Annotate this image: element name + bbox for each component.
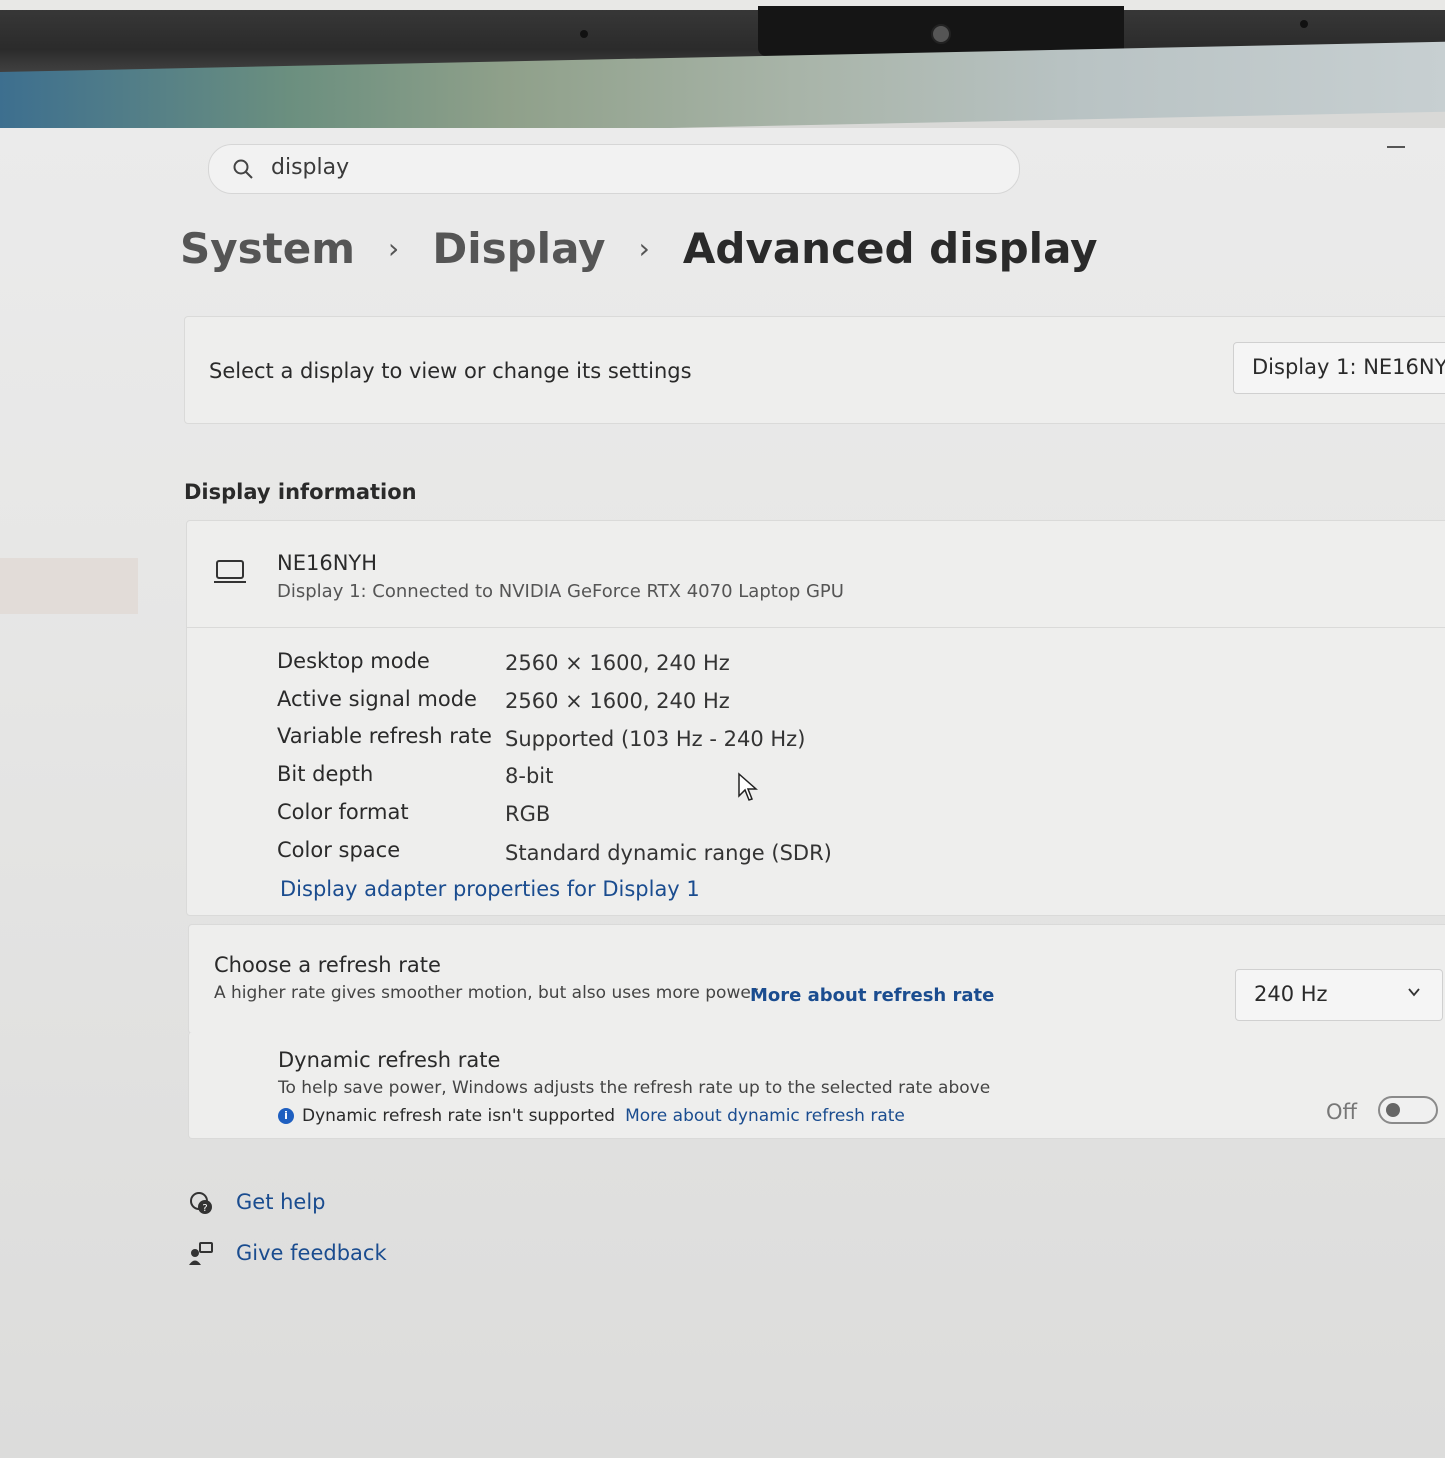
mouse-cursor-icon	[738, 772, 758, 801]
dynamic-refresh-toggle-label: Off	[1326, 1100, 1357, 1124]
display-adapter-properties-link[interactable]: Display adapter properties for Display 1	[280, 877, 700, 901]
refresh-rate-card: Choose a refresh rate A higher rate give…	[188, 924, 1445, 1034]
bit-depth-value: 8-bit	[505, 764, 554, 788]
color-format-label: Color format	[277, 800, 409, 824]
dynamic-refresh-title: Dynamic refresh rate	[278, 1048, 501, 1072]
breadcrumb-display[interactable]: Display	[432, 224, 605, 273]
search-box[interactable]: display	[208, 144, 1020, 194]
get-help-label: Get help	[236, 1190, 326, 1214]
give-feedback-label: Give feedback	[236, 1241, 387, 1265]
display-information-heading: Display information	[184, 480, 417, 504]
bezel-sensor	[1300, 20, 1308, 28]
dynamic-refresh-description: To help save power, Windows adjusts the …	[278, 1078, 991, 1098]
bezel-edge	[0, 0, 1445, 10]
chevron-down-icon	[1408, 988, 1420, 997]
more-about-refresh-rate-link[interactable]: More about refresh rate	[750, 985, 994, 1006]
svg-text:?: ?	[202, 1203, 207, 1214]
monitor-connection: Display 1: Connected to NVIDIA GeForce R…	[277, 581, 844, 602]
dynamic-refresh-info: i Dynamic refresh rate isn't supported Mor…	[278, 1106, 905, 1126]
variable-refresh-rate-value: Supported (103 Hz - 240 Hz)	[505, 727, 806, 751]
bezel-sensor	[580, 30, 588, 38]
display-information-card: NE16NYH Display 1: Connected to NVIDIA G…	[186, 520, 1445, 916]
get-help-icon: ?	[190, 1192, 212, 1214]
select-display-label: Select a display to view or change its s…	[209, 359, 692, 383]
refresh-rate-description: A higher rate gives smoother motion, but…	[214, 983, 758, 1003]
refresh-rate-value: 240 Hz	[1254, 982, 1328, 1006]
active-signal-mode-label: Active signal mode	[277, 687, 477, 711]
toggle-knob	[1386, 1103, 1400, 1117]
dynamic-refresh-card: Dynamic refresh rate To help save power,…	[188, 1032, 1445, 1139]
bit-depth-label: Bit depth	[277, 762, 374, 786]
color-space-label: Color space	[277, 838, 401, 862]
refresh-rate-dropdown[interactable]: 240 Hz	[1235, 969, 1443, 1021]
desktop-mode-label: Desktop mode	[277, 649, 430, 673]
sidebar-selected-item[interactable]	[0, 558, 138, 614]
dynamic-refresh-toggle[interactable]	[1378, 1096, 1438, 1124]
select-display-card: Select a display to view or change its s…	[184, 316, 1445, 424]
minimize-button[interactable]	[1387, 146, 1405, 148]
camera-lens	[931, 24, 951, 44]
display-select-dropdown[interactable]: Display 1: NE16NYH	[1233, 342, 1445, 394]
breadcrumb-system[interactable]: System	[180, 224, 355, 273]
get-help-link[interactable]: ? Get help	[188, 1190, 326, 1216]
active-signal-mode-value: 2560 × 1600, 240 Hz	[505, 689, 730, 713]
info-icon: i	[278, 1108, 294, 1124]
give-feedback-link[interactable]: Give feedback	[188, 1241, 387, 1267]
monitor-name: NE16NYH	[277, 551, 378, 575]
color-format-value: RGB	[505, 802, 551, 826]
search-icon	[233, 159, 253, 179]
dynamic-refresh-unsupported-text: Dynamic refresh rate isn't supported	[302, 1106, 616, 1126]
breadcrumb: System › Display › Advanced display	[180, 224, 1098, 273]
display-information-header[interactable]: NE16NYH Display 1: Connected to NVIDIA G…	[187, 521, 1445, 628]
more-about-dynamic-refresh-link[interactable]: More about dynamic refresh rate	[625, 1106, 905, 1126]
page-title: Advanced display	[682, 224, 1098, 273]
give-feedback-icon	[189, 1242, 213, 1265]
variable-refresh-rate-label: Variable refresh rate	[277, 724, 492, 748]
desktop-mode-value: 2560 × 1600, 240 Hz	[505, 651, 730, 675]
laptop-icon	[214, 560, 246, 583]
settings-window: display System › Display › Advanced disp…	[0, 128, 1445, 1458]
chevron-right-icon: ›	[388, 232, 400, 265]
search-input[interactable]: display	[271, 155, 349, 180]
chevron-right-icon: ›	[638, 232, 650, 265]
display-select-value: Display 1: NE16NYH	[1252, 355, 1445, 379]
refresh-rate-title: Choose a refresh rate	[214, 953, 441, 977]
color-space-value: Standard dynamic range (SDR)	[505, 841, 832, 865]
